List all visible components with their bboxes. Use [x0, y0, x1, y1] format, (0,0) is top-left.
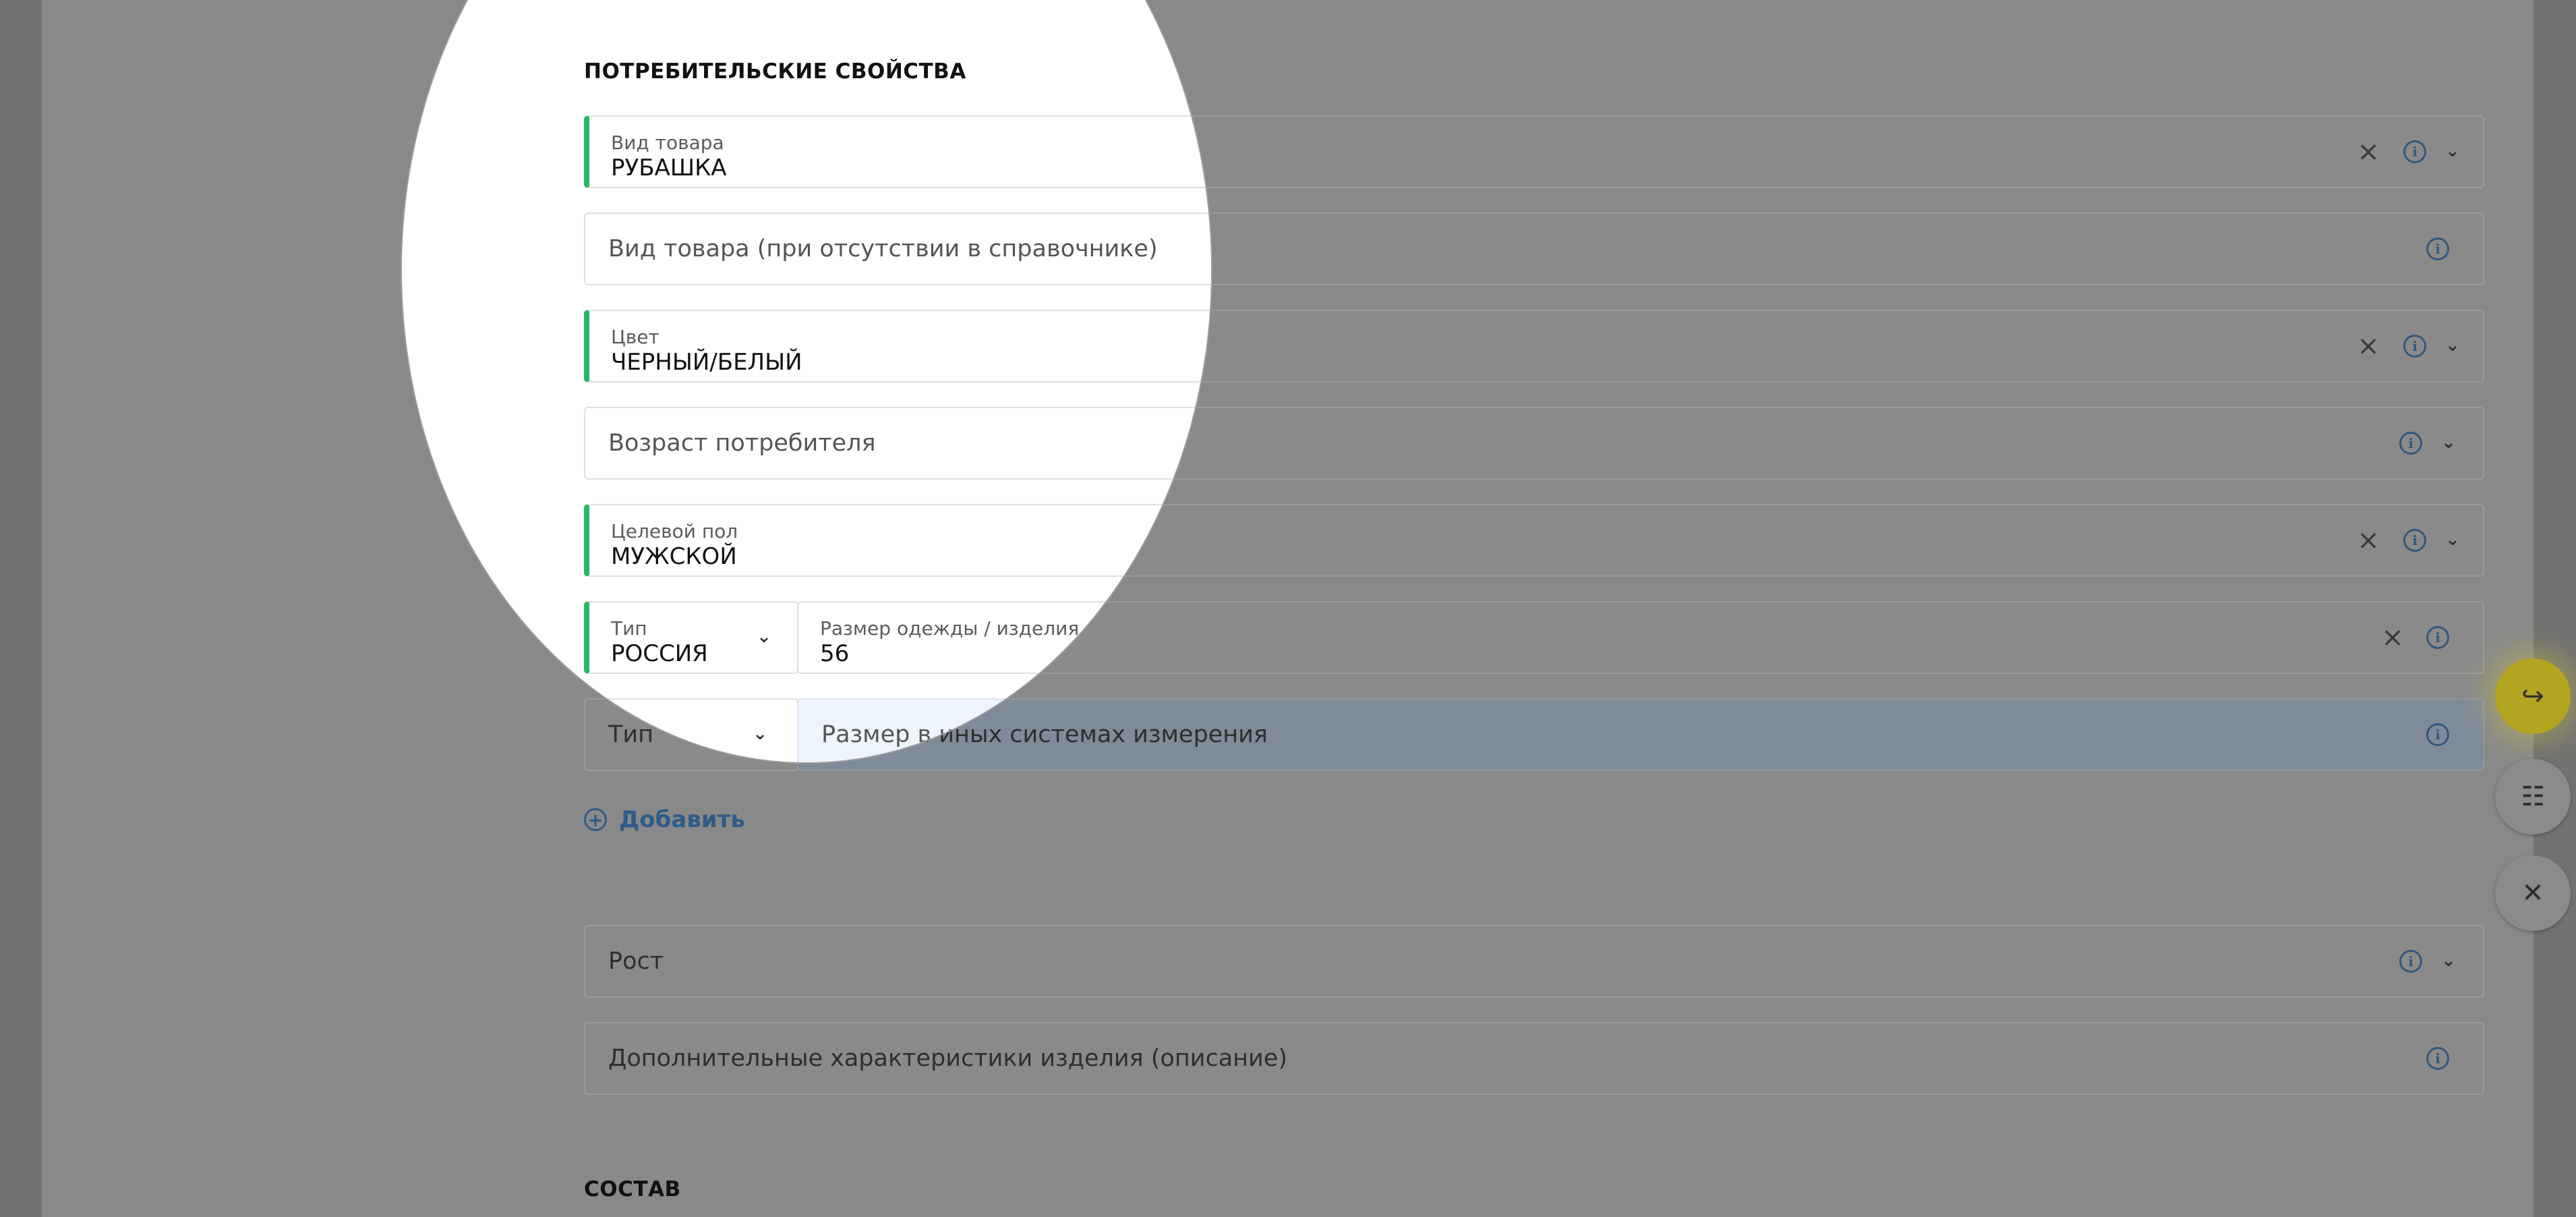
field-placeholder: Вид товара (при отсутствии в справочнике…	[608, 235, 1158, 262]
close-icon[interactable]: ×	[2356, 527, 2380, 554]
info-icon[interactable]: i	[2403, 335, 2426, 358]
left-gutter	[0, 0, 42, 1217]
height-select[interactable]: Рост i ⌄	[584, 925, 2484, 998]
spotlight-content: ПОТРЕБИТЕЛЬСКИЕ СВОЙСТВА Вид товара РУБА…	[402, 0, 1211, 762]
info-icon[interactable]: i	[2426, 626, 2449, 649]
right-gutter	[2534, 0, 2576, 1217]
close-icon: ✕	[2521, 878, 2544, 909]
other-size-input[interactable]: Размер в иных системах измерения	[797, 698, 1211, 762]
field-placeholder: Дополнительные характеристики изделия (о…	[608, 1045, 1287, 1072]
chevron-down-icon[interactable]: ⌄	[2442, 141, 2463, 161]
add-label: Добавить	[619, 806, 745, 833]
field-value: 56	[820, 640, 850, 667]
chevron-down-icon[interactable]: ⌄	[2438, 432, 2459, 453]
export-icon: ↪	[2521, 681, 2544, 712]
field-label: Целевой пол	[611, 520, 738, 542]
section-title-consumer: ПОТРЕБИТЕЛЬСКИЕ СВОЙСТВА	[584, 59, 966, 84]
field-placeholder: Рост	[608, 948, 664, 975]
field-label: Цвет	[611, 326, 660, 348]
product-type-other-input[interactable]: Вид товара (при отсутствии в справочнике…	[584, 213, 1211, 285]
field-value: ЧЕРНЫЙ/БЕЛЫЙ	[611, 349, 802, 376]
field-value: РУБАШКА	[611, 154, 727, 181]
info-icon[interactable]: i	[2403, 140, 2426, 163]
document-edit-icon: ☷	[2521, 781, 2545, 812]
section-title-composition: СОСТАВ	[584, 1177, 681, 1201]
field-label: Размер одежды / изделия	[820, 617, 1080, 640]
plus-circle-icon: +	[584, 808, 607, 831]
field-placeholder: Тип	[608, 721, 654, 748]
field-placeholder: Размер в иных системах измерения	[821, 721, 1211, 748]
document-fab-button[interactable]: ☷	[2495, 759, 2571, 834]
size-type-select-2[interactable]: Тип ⌄	[584, 698, 798, 762]
clothing-size-input[interactable]: Размер одежды / изделия 56	[797, 601, 1211, 674]
field-label: Вид товара	[611, 132, 724, 154]
info-icon[interactable]: i	[2426, 1047, 2449, 1070]
color-select[interactable]: Цвет ЧЕРНЫЙ/БЕЛЫЙ	[584, 310, 1211, 383]
close-icon[interactable]: ×	[2380, 624, 2405, 651]
product-type-select[interactable]: Вид товара РУБАШКА	[584, 115, 1211, 188]
chevron-down-icon[interactable]: ⌄	[2442, 530, 2463, 550]
chevron-down-icon[interactable]: ⌄	[750, 724, 770, 744]
magnifier-spotlight: ПОТРЕБИТЕЛЬСКИЕ СВОЙСТВА Вид товара РУБА…	[402, 0, 1211, 762]
info-icon[interactable]: i	[2399, 950, 2422, 973]
info-icon[interactable]: i	[2403, 529, 2426, 552]
field-value: МУЖСКОЙ	[611, 543, 737, 570]
consumer-age-select[interactable]: Возраст потребителя	[584, 407, 1211, 480]
field-label: Тип	[611, 617, 647, 640]
info-icon[interactable]: i	[2426, 237, 2449, 260]
close-fab-button[interactable]: ✕	[2495, 855, 2571, 931]
size-type-select[interactable]: Тип РОССИЯ ⌄	[584, 601, 798, 674]
field-value: РОССИЯ	[611, 640, 708, 667]
info-icon[interactable]: i	[2399, 432, 2422, 455]
extra-description-input[interactable]: Дополнительные характеристики изделия (о…	[584, 1022, 2484, 1095]
add-size-button[interactable]: + Добавить	[584, 806, 745, 833]
info-icon[interactable]: i	[2426, 723, 2449, 746]
close-icon[interactable]: ×	[2356, 138, 2380, 165]
field-placeholder: Возраст потребителя	[608, 430, 876, 457]
chevron-down-icon[interactable]: ⌄	[754, 627, 774, 647]
close-icon[interactable]: ×	[2356, 333, 2380, 360]
chevron-down-icon[interactable]: ⌄	[2442, 335, 2463, 356]
export-fab-button[interactable]: ↪	[2495, 658, 2571, 734]
chevron-down-icon[interactable]: ⌄	[2438, 951, 2459, 971]
target-gender-select[interactable]: Целевой пол МУЖСКОЙ	[584, 504, 1211, 577]
